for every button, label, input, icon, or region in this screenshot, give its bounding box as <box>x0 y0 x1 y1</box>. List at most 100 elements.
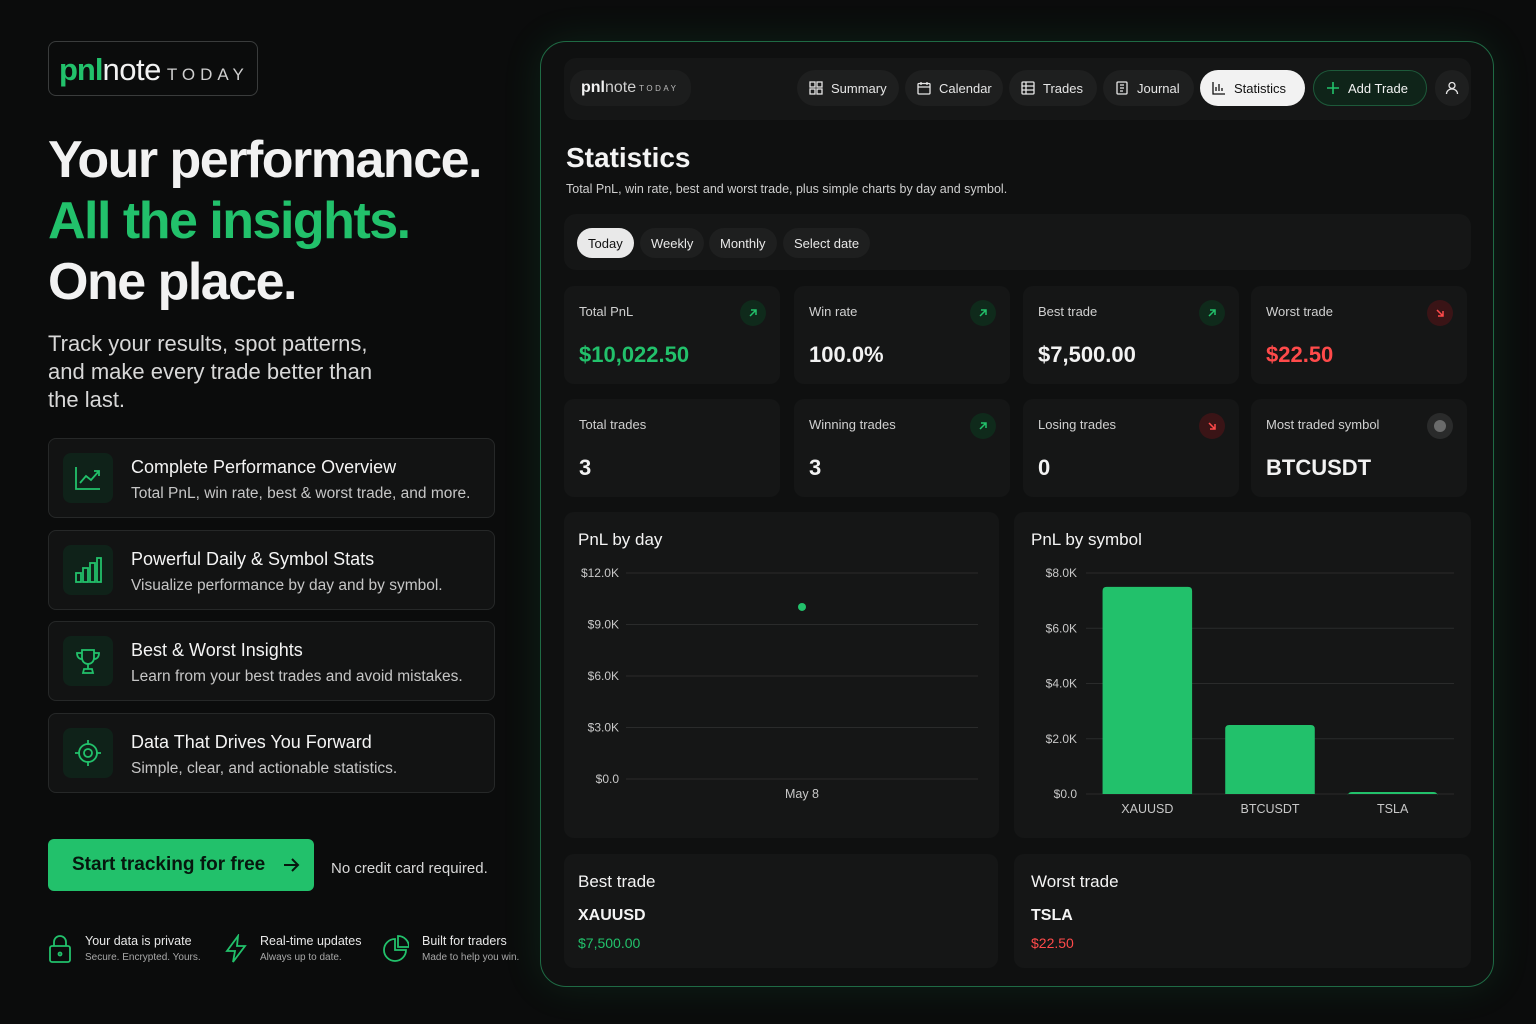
arrow-up-right-icon <box>740 300 766 326</box>
card-value: 3 <box>579 455 592 480</box>
feature-title: Powerful Daily & Symbol Stats <box>131 549 375 569</box>
x-tick-label: BTCUSDT <box>1240 802 1299 816</box>
grid-icon <box>809 81 823 95</box>
feature-title: Complete Performance Overview <box>131 457 397 477</box>
nav-trades[interactable]: Trades <box>1009 70 1097 106</box>
y-tick-label: $8.0K <box>1046 566 1077 580</box>
y-tick-label: $6.0K <box>1046 621 1077 635</box>
card-value: 0 <box>1038 455 1051 480</box>
app-preview-panel: pnl note TODAY Summary Calendar Trades J… <box>540 41 1494 987</box>
y-tick-label: $4.0K <box>1046 677 1077 691</box>
hero-line-1: Your performance. <box>48 131 482 189</box>
feature-title: Data That Drives You Forward <box>131 732 372 752</box>
hero-headline: Your performance. All the insights. One … <box>48 130 482 313</box>
brand-logo[interactable]: pnl note TODAY <box>48 41 258 96</box>
card-value: 3 <box>809 455 822 480</box>
x-tick-label: XAUUSD <box>1121 802 1173 816</box>
y-tick-label: $2.0K <box>1046 732 1077 746</box>
plus-icon <box>1327 82 1339 94</box>
card-label: Most traded symbol <box>1266 417 1380 432</box>
best-trade-value: $7,500.00 <box>578 935 641 951</box>
filter-select-date[interactable]: Select date <box>783 228 871 258</box>
filter-monthly[interactable]: Monthly <box>709 228 777 258</box>
card-value: $7,500.00 <box>1038 342 1136 367</box>
card-label: Total trades <box>579 417 647 432</box>
badge-traders: Built for traders Made to help you win. <box>383 934 519 969</box>
nav-journal[interactable]: Journal <box>1103 70 1194 106</box>
worst-trade-title: Worst trade <box>1031 872 1119 891</box>
target-icon <box>63 728 113 778</box>
table-icon <box>1021 81 1035 95</box>
y-tick-label: $12.0K <box>581 566 619 580</box>
badge-title: Your data is private <box>85 934 192 948</box>
feature-card: Data That Drives You Forward Simple, cle… <box>48 713 495 793</box>
card-label: Losing trades <box>1038 417 1117 432</box>
trend-chart-icon <box>63 453 113 503</box>
filter-today[interactable]: Today <box>577 228 634 258</box>
arrow-down-right-icon <box>1199 413 1225 439</box>
date-filter-bar: Today Weekly Monthly Select date <box>564 214 1471 270</box>
lock-icon <box>48 934 72 969</box>
journal-icon <box>1116 81 1128 95</box>
arrow-up-right-icon <box>970 413 996 439</box>
logo-note: note <box>102 52 162 87</box>
badge-private: Your data is private Secure. Encrypted. Y… <box>48 934 201 969</box>
card-value: 100.0% <box>809 342 884 367</box>
app-logo-note: note <box>605 79 637 96</box>
worst-trade-card: Worst trade TSLA $22.50 <box>1014 854 1471 968</box>
stat-card-win-rate: Win rate 100.0% <box>794 286 1010 384</box>
y-tick-label: $6.0K <box>588 669 619 683</box>
nav-summary[interactable]: Summary <box>797 70 899 106</box>
bar <box>1347 792 1438 796</box>
stat-card-most-traded-symbol: Most traded symbol BTCUSDT <box>1251 399 1467 497</box>
data-point <box>798 602 806 611</box>
best-trade-card: Best trade XAUUSD $7,500.00 <box>564 854 998 968</box>
stat-card-worst-trade: Worst trade $22.50 <box>1251 286 1467 384</box>
arrow-up-right-icon <box>1199 300 1225 326</box>
card-label: Best trade <box>1038 304 1098 319</box>
stat-card-total-pnl: Total PnL $10,022.50 <box>564 286 780 384</box>
app-logo-pnl: pnl <box>581 79 605 96</box>
page-title: Statistics <box>566 142 691 173</box>
app-logo[interactable]: pnl note TODAY <box>570 70 691 106</box>
y-tick-label: $0.0 <box>596 772 620 786</box>
feature-desc: Learn from your best trades and avoid mi… <box>131 668 463 685</box>
start-tracking-button[interactable]: Start tracking for free <box>48 839 314 891</box>
nav-trades-label: Trades <box>1043 80 1083 96</box>
hero-line-3: One place. <box>48 253 297 311</box>
no-credit-card-note: No credit card required. <box>331 860 488 877</box>
card-label: Worst trade <box>1266 304 1333 319</box>
filter-weekly[interactable]: Weekly <box>640 228 705 258</box>
pie-icon <box>383 934 410 969</box>
pnl-by-day-plot: $12.0K $9.0K $6.0K $3.0K $0.0 May 8 <box>581 566 978 801</box>
worst-trade-symbol: TSLA <box>1031 907 1073 924</box>
nav-calendar-label: Calendar <box>939 80 992 96</box>
arrow-up-right-icon <box>970 300 996 326</box>
card-label: Win rate <box>809 304 858 319</box>
user-avatar-button[interactable] <box>1435 70 1469 106</box>
feature-card: Complete Performance Overview Total PnL,… <box>48 438 495 518</box>
pnl-by-symbol-plot: $8.0K $6.0K $4.0K $2.0K $0.0 XAUUSD BTCUSDT TSL… <box>1046 566 1454 816</box>
calendar-icon <box>917 82 931 95</box>
y-tick-label: $9.0K <box>588 618 619 632</box>
add-trade-button[interactable]: Add Trade <box>1313 70 1427 106</box>
logo-today: TODAY <box>166 65 249 84</box>
badge-sub: Secure. Encrypted. Yours. <box>85 952 201 963</box>
x-tick-label: TSLA <box>1377 802 1409 816</box>
arrow-down-right-icon <box>1427 300 1453 326</box>
pnl-by-symbol-chart: PnL by symbol $8.0K $6.0K $4.0K $2.0K $0.0 XA… <box>1014 512 1471 838</box>
page-subtitle: Total PnL, win rate, best and worst trad… <box>566 182 1008 196</box>
arrow-right-icon <box>281 855 301 875</box>
feature-title: Best & Worst Insights <box>131 640 303 660</box>
feature-card: Powerful Daily & Symbol Stats Visualize … <box>48 530 495 610</box>
user-icon <box>1445 81 1459 95</box>
nav-journal-label: Journal <box>1137 80 1180 96</box>
add-trade-label: Add Trade <box>1348 80 1408 96</box>
best-trade-title: Best trade <box>578 872 656 891</box>
badge-title: Built for traders <box>422 934 507 948</box>
feature-desc: Visualize performance by day and by symb… <box>131 577 443 594</box>
y-tick-label: $0.0 <box>1054 787 1078 801</box>
badge-title: Real-time updates <box>260 934 362 948</box>
nav-statistics[interactable]: Statistics <box>1200 70 1305 106</box>
nav-calendar[interactable]: Calendar <box>905 70 1003 106</box>
